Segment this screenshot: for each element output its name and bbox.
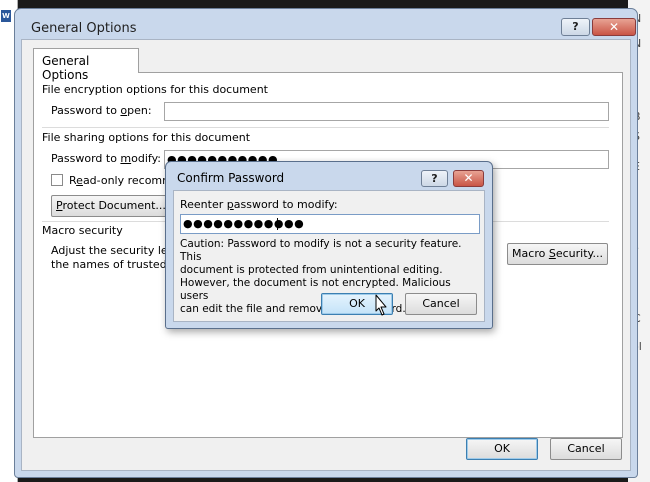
macro-security-description-line1: Adjust the security leve	[51, 244, 181, 257]
text-caret	[277, 218, 278, 230]
help-icon: ?	[431, 172, 438, 185]
caution-line: Caution: Password to modify is not a sec…	[180, 238, 462, 263]
tab-label: General Options	[42, 54, 90, 82]
tab-general-options[interactable]: General Options	[33, 48, 139, 82]
read-only-checkbox[interactable]	[51, 174, 63, 186]
reenter-password-label: Reenter password to modify:	[180, 198, 338, 211]
password-to-open-value	[165, 105, 167, 118]
reenter-password-value: ●●●●●●●●●●●●	[183, 217, 305, 230]
protect-document-button[interactable]: Protect Document...	[51, 195, 171, 217]
confirm-dialog-title: Confirm Password	[177, 171, 285, 185]
reenter-password-field[interactable]: ●●●●●●●●●●●●	[180, 214, 480, 234]
read-only-label: Read-only recomme	[69, 174, 180, 187]
close-button[interactable]: ✕	[592, 18, 636, 36]
caution-line: document is protected from unintentional…	[180, 264, 443, 276]
close-icon: ✕	[608, 20, 620, 34]
help-icon: ?	[572, 20, 579, 33]
password-to-modify-label: Password to modify:	[51, 152, 162, 165]
mouse-pointer-icon	[375, 294, 387, 316]
confirm-password-dialog: Confirm Password ? ✕ Reenter password to…	[165, 161, 493, 329]
confirm-close-button[interactable]: ✕	[453, 170, 484, 187]
help-button[interactable]: ?	[561, 18, 590, 36]
confirm-client-area: Reenter password to modify: ●●●●●●●●●●●●…	[173, 190, 485, 322]
word-app-icon: W	[1, 10, 11, 22]
dialog-title: General Options	[31, 21, 137, 36]
macro-security-description-line2: the names of trusted m	[51, 258, 181, 271]
confirm-help-button[interactable]: ?	[421, 170, 448, 187]
sharing-heading: File sharing options for this document	[42, 131, 251, 144]
ok-button[interactable]: OK	[466, 438, 538, 460]
encryption-heading: File encryption options for this documen…	[42, 83, 268, 96]
password-to-open-field[interactable]	[164, 102, 609, 121]
cancel-button[interactable]: Cancel	[550, 438, 622, 460]
password-to-open-label: Password to open:	[51, 104, 152, 117]
confirm-cancel-button[interactable]: Cancel	[405, 293, 477, 315]
macro-security-button[interactable]: Macro Security...	[507, 243, 608, 265]
separator	[42, 127, 609, 128]
macro-security-heading: Macro security	[42, 224, 123, 237]
close-icon: ✕	[463, 171, 474, 185]
